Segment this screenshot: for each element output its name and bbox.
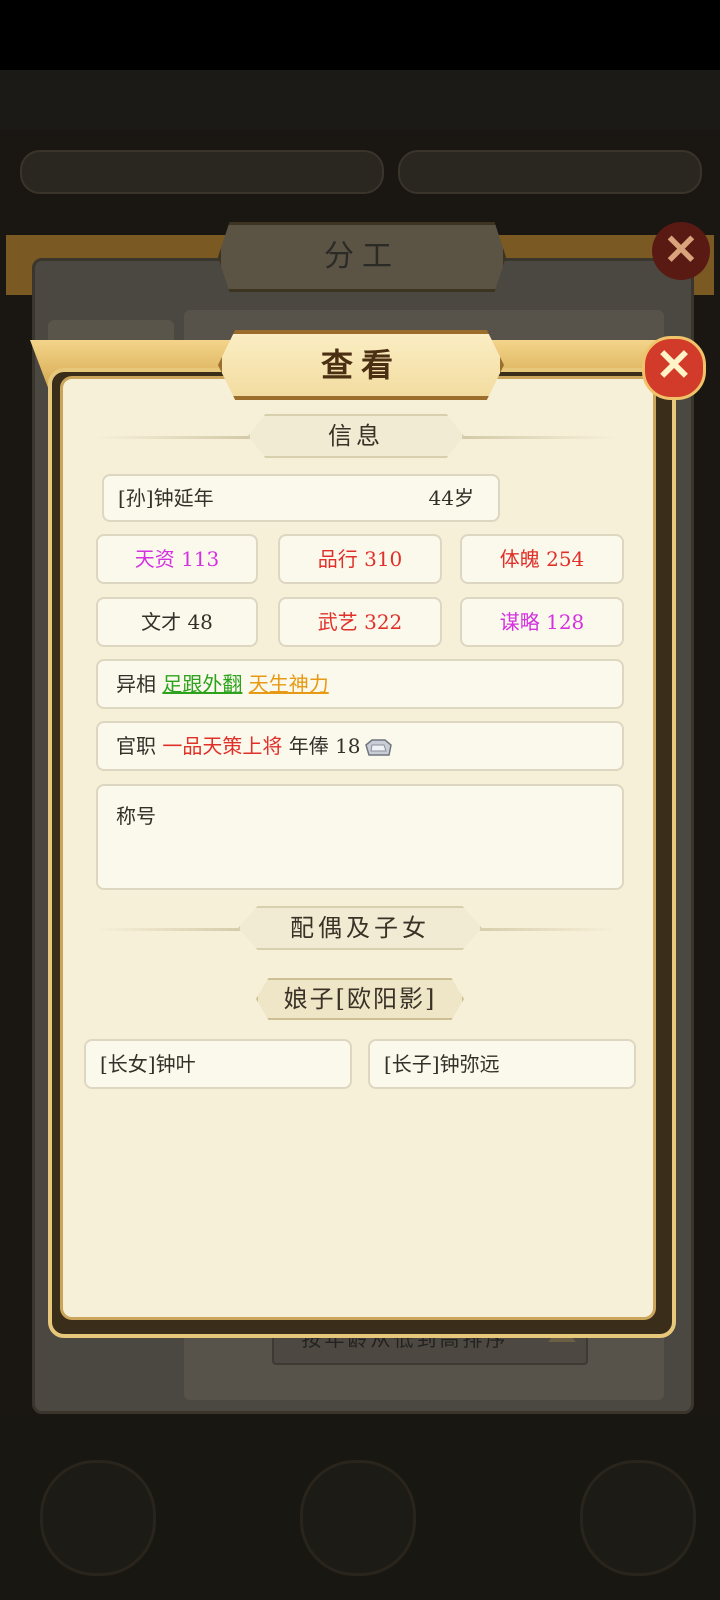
stat-strategy-label: 谋略 128: [499, 610, 585, 634]
section-divider: [96, 928, 256, 931]
person-name: [孙]钟延年: [118, 486, 214, 510]
stat-talent: 天资 113: [96, 534, 258, 584]
child-name: [长子]钟弥远: [384, 1052, 500, 1076]
close-icon[interactable]: ✕: [642, 336, 706, 400]
child-card[interactable]: [长女]钟叶: [84, 1039, 352, 1089]
child-card[interactable]: [长子]钟弥远: [368, 1039, 636, 1089]
stat-physique-label: 体魄 254: [499, 547, 585, 571]
stat-strategy: 谋略 128: [460, 597, 624, 647]
section-divider: [456, 436, 616, 439]
resource-bar-right: [398, 150, 702, 194]
title-label: 称号: [116, 804, 156, 828]
stat-martial-label: 武艺 322: [317, 610, 403, 634]
info-section-title: 信息: [328, 422, 384, 450]
traits-row: 异相 足跟外翻 天生神力: [96, 659, 624, 709]
nav-button: [40, 1460, 156, 1576]
view-dialog-title-text: 查看: [320, 346, 401, 384]
person-age: 44岁: [428, 486, 474, 510]
family-section-header: 配偶及子女: [238, 906, 482, 950]
view-dialog-title: 查看: [218, 330, 504, 400]
resource-bar-left: [20, 150, 384, 194]
child-name: [长女]钟叶: [100, 1052, 196, 1076]
title-field: 称号: [96, 784, 624, 890]
nav-button: [300, 1460, 416, 1576]
background-close-icon: ✕: [652, 222, 710, 280]
stat-morality-label: 品行 310: [317, 547, 403, 571]
stat-talent-label: 天资 113: [134, 547, 220, 571]
stat-physique: 体魄 254: [460, 534, 624, 584]
family-section-title: 配偶及子女: [290, 914, 430, 942]
trait-link[interactable]: 天生神力: [249, 672, 329, 696]
office-label: 官职: [116, 734, 156, 758]
office-position: 一品天策上将: [162, 734, 283, 758]
person-name-card: [孙]钟延年 44岁: [102, 474, 500, 522]
spouse-name: 娘子[欧阳影]: [283, 985, 437, 1013]
salary-value: 18: [335, 734, 361, 758]
info-section-header: 信息: [248, 414, 464, 458]
salary-label: 年俸: [288, 734, 329, 758]
background-dialog-title-text: 分工: [324, 239, 400, 274]
spouse-badge[interactable]: 娘子[欧阳影]: [256, 978, 464, 1020]
office-row: 官职 一品天策上将 年俸 18: [96, 721, 624, 771]
stat-morality: 品行 310: [278, 534, 442, 584]
top-bar: [0, 70, 720, 130]
background-dialog-title: 分工: [218, 222, 506, 292]
traits-label: 异相: [116, 672, 156, 696]
stat-martial: 武艺 322: [278, 597, 442, 647]
silver-ingot-icon: [364, 738, 392, 756]
stat-literary: 文才 48: [96, 597, 258, 647]
nav-button: [580, 1460, 696, 1576]
trait-link[interactable]: 足跟外翻: [162, 672, 242, 696]
status-bar: [0, 0, 720, 70]
section-divider: [96, 436, 256, 439]
stat-literary-label: 文才 48: [141, 610, 213, 634]
